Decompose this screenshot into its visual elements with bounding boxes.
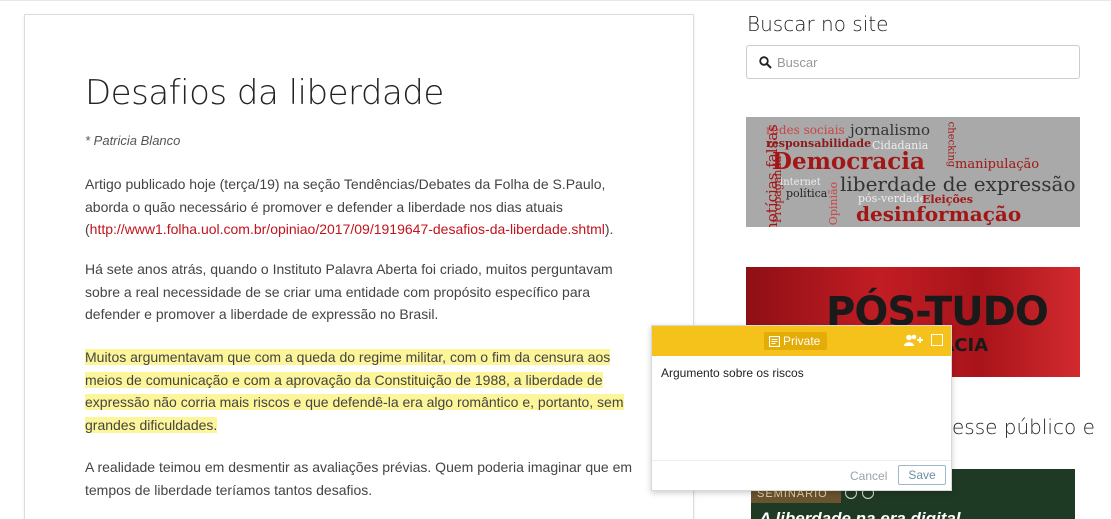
seminario-title: A liberdade na era digital xyxy=(759,509,961,519)
privacy-toggle[interactable]: Private xyxy=(764,332,828,350)
article-paragraph-3: Muitos argumentavam que com a queda do r… xyxy=(85,346,637,436)
wordcloud-banner[interactable]: jornalismo redes sociais responsabilidad… xyxy=(746,117,1080,227)
article-paragraph-1: Artigo publicado hoje (terça/19) na seçã… xyxy=(85,173,637,241)
article-paragraph-2: Há sete anos atrás, quando o Instituto P… xyxy=(85,261,613,322)
top-divider xyxy=(0,0,1111,1)
note-text[interactable]: Argumento sobre os riscos xyxy=(661,366,804,380)
expand-checkbox-icon[interactable] xyxy=(931,334,943,346)
article-card: Desafios da liberdade * Patricia Blanco … xyxy=(24,14,694,519)
privacy-label: Private xyxy=(783,334,821,348)
note-header[interactable]: Private xyxy=(652,326,951,356)
article-paragraph-4: A realidade teimou em desmentir as avali… xyxy=(85,459,633,498)
note-icon xyxy=(768,335,781,348)
wordcloud-word: Democracia xyxy=(772,148,925,175)
note-body[interactable]: Argumento sobre os riscos xyxy=(652,356,951,460)
search-input[interactable] xyxy=(777,52,1067,72)
article-title: Desafios da liberdade xyxy=(85,73,444,113)
search-box[interactable] xyxy=(746,45,1080,79)
highlighted-text[interactable]: Muitos argumentavam que com a queda do r… xyxy=(85,349,624,433)
wordcloud-word: Propaganda xyxy=(771,155,785,224)
save-button[interactable]: Save xyxy=(898,465,946,485)
folha-article-link[interactable]: http://www1.folha.uol.com.br/opiniao/201… xyxy=(90,221,605,237)
sidebar-heading-fragment: esse público e xyxy=(952,415,1095,439)
cancel-button[interactable]: Cancel xyxy=(850,469,887,483)
wordcloud-word: checking xyxy=(945,121,957,168)
paragraph-1-end: ). xyxy=(604,221,614,237)
wordcloud-word: manipulação xyxy=(955,157,1040,172)
note-footer: Cancel Save xyxy=(652,460,951,490)
share-user-icon[interactable] xyxy=(904,334,924,346)
article-author: * Patricia Blanco xyxy=(85,133,181,148)
wordcloud-word: desinformação xyxy=(856,202,1022,226)
wordcloud-word: Opinião xyxy=(827,181,841,226)
wordcloud-word: política xyxy=(786,187,828,200)
search-section-title: Buscar no site xyxy=(747,12,889,36)
sticky-note-popup[interactable]: Private Argumento sobre os riscos Cancel… xyxy=(651,325,952,491)
search-icon xyxy=(759,56,772,69)
